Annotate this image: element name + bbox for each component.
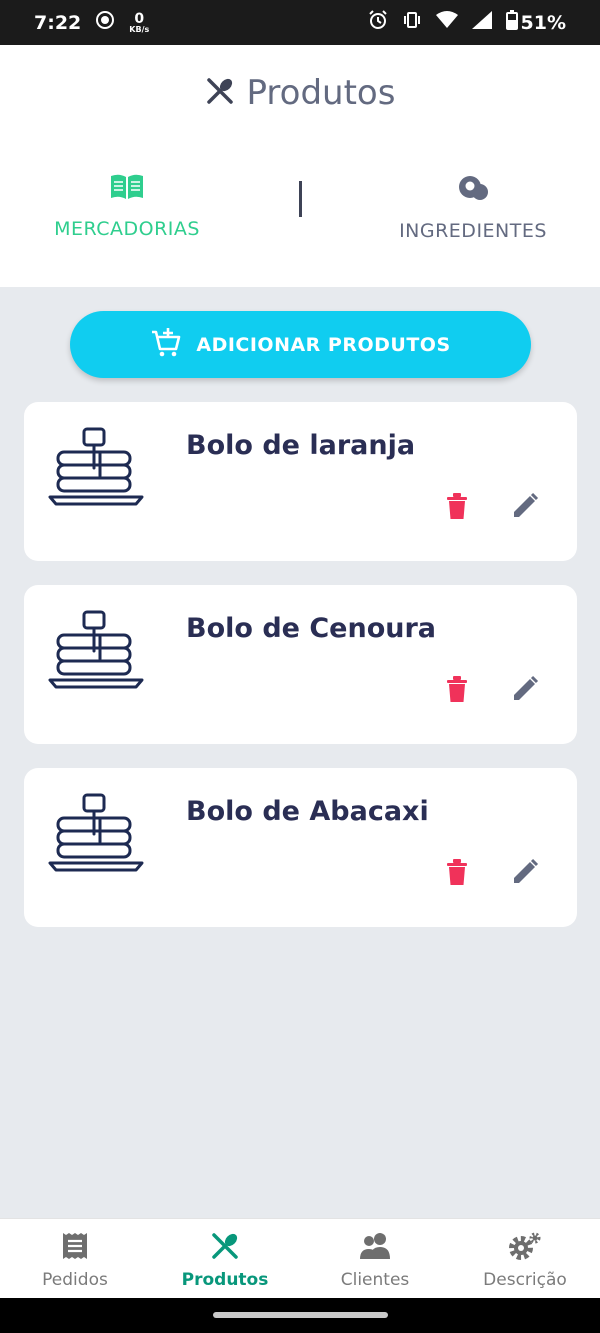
battery-percent: 51% [520, 11, 566, 34]
pancake-stack-icon [48, 424, 144, 511]
nav-label: Produtos [181, 1270, 269, 1290]
edit-button[interactable] [510, 492, 540, 522]
pencil-icon [511, 858, 539, 889]
tab-mercadorias[interactable]: MERCADORIAS [12, 173, 242, 240]
page-title: Produtos [246, 73, 396, 113]
product-card[interactable]: Bolo de laranja [24, 402, 577, 561]
record-icon [95, 10, 115, 35]
bottom-nav: Pedidos Produtos Clientes Descrição [0, 1218, 600, 1298]
tab-ingredientes[interactable]: INGREDIENTES [358, 173, 588, 242]
pancake-stack-icon [48, 607, 144, 694]
add-products-button[interactable]: ADICIONAR PRODUTOS [70, 311, 531, 378]
status-bar: 7:22 0 KB/s 51% [0, 0, 600, 45]
product-name: Bolo de laranja [186, 430, 416, 461]
product-card[interactable]: Bolo de Abacaxi [24, 768, 577, 927]
nav-descricao[interactable]: Descrição [450, 1219, 600, 1298]
nav-label: Descrição [483, 1270, 567, 1290]
trash-icon [445, 493, 469, 523]
tab-label: MERCADORIAS [54, 218, 200, 240]
pencil-icon [511, 492, 539, 523]
battery-icon [505, 10, 518, 35]
gears-icon [508, 1231, 542, 1266]
product-list: Bolo de laranja Bolo de Cenoura Bolo de … [24, 402, 577, 951]
header: Produtos MERCADORIAS INGREDIENTES [0, 45, 600, 287]
trash-icon [445, 676, 469, 706]
status-time: 7:22 [34, 11, 82, 34]
gesture-handle[interactable] [213, 1312, 388, 1318]
nav-clientes[interactable]: Clientes [300, 1219, 450, 1298]
system-gesture-bar [0, 1298, 600, 1333]
signal-icon [471, 11, 492, 34]
tab-divider [299, 181, 302, 217]
edit-button[interactable] [510, 675, 540, 705]
product-name: Bolo de Abacaxi [186, 796, 429, 827]
users-icon [358, 1231, 392, 1266]
alarm-icon [368, 10, 388, 35]
delete-button[interactable] [444, 858, 470, 888]
receipt-icon [60, 1231, 90, 1266]
vibrate-icon [402, 10, 422, 35]
ingredient-icon [457, 173, 489, 208]
book-open-icon [109, 173, 145, 206]
pancake-stack-icon [48, 790, 144, 877]
delete-button[interactable] [444, 492, 470, 522]
delete-button[interactable] [444, 675, 470, 705]
utensils-icon [205, 76, 235, 111]
add-products-label: ADICIONAR PRODUTOS [196, 333, 451, 356]
edit-button[interactable] [510, 858, 540, 888]
nav-label: Pedidos [42, 1270, 108, 1290]
tab-label: INGREDIENTES [399, 220, 547, 242]
network-speed: 0 KB/s [129, 10, 150, 34]
cart-plus-icon [150, 327, 182, 362]
pencil-icon [511, 675, 539, 706]
nav-produtos[interactable]: Produtos [150, 1219, 300, 1298]
utensils-icon [210, 1231, 240, 1266]
nav-label: Clientes [340, 1270, 410, 1290]
trash-icon [445, 859, 469, 889]
product-name: Bolo de Cenoura [186, 613, 437, 644]
wifi-icon [435, 11, 458, 34]
product-card[interactable]: Bolo de Cenoura [24, 585, 577, 744]
nav-pedidos[interactable]: Pedidos [0, 1219, 150, 1298]
